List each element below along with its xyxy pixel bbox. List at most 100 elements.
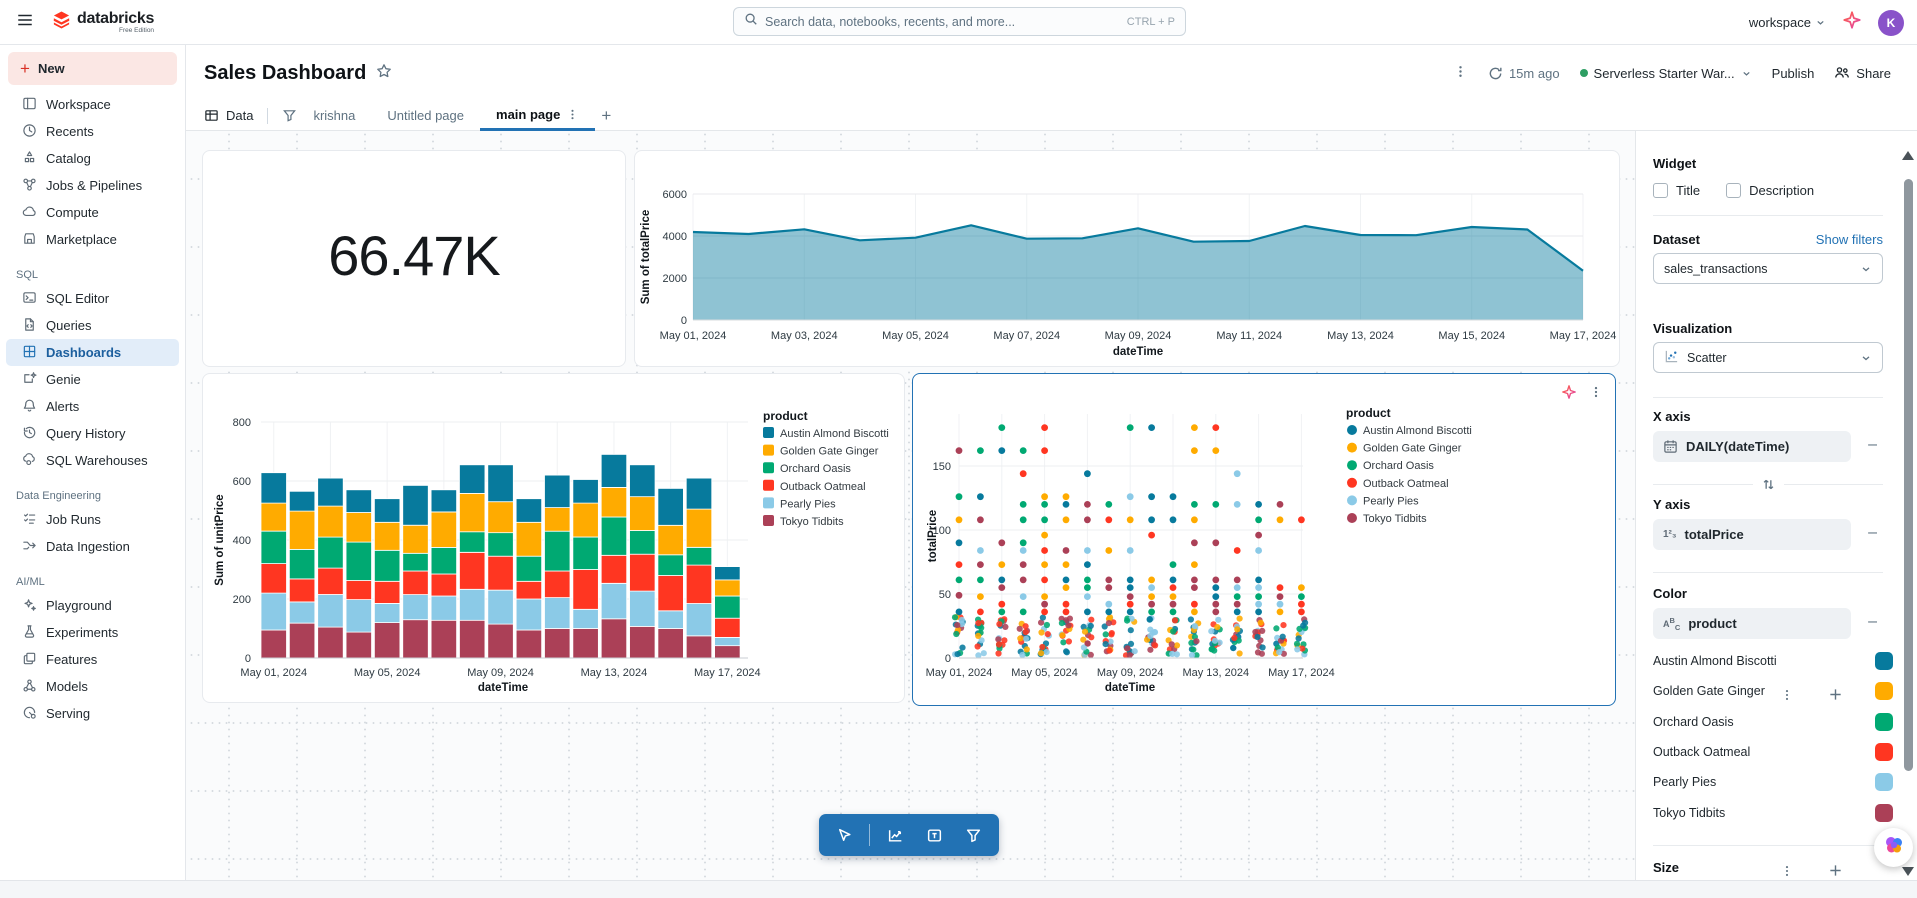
tab-page-untitled-page[interactable]: Untitled page [371, 101, 480, 131]
catalog-icon [22, 150, 37, 168]
new-button[interactable]: + New [8, 52, 177, 85]
x-axis-remove-icon[interactable]: – [1868, 436, 1877, 454]
genie-icon [22, 371, 37, 389]
sidebar-item-job-runs[interactable]: Job Runs [6, 506, 179, 533]
layers-icon [22, 651, 37, 669]
assistant-sparkle-icon[interactable] [1842, 10, 1862, 35]
pointer-icon[interactable] [830, 821, 858, 849]
color-swatch[interactable] [1875, 804, 1893, 822]
sidebar-item-catalog[interactable]: Catalog [6, 145, 179, 172]
color-item-label: Golden Gate Ginger [1653, 684, 1875, 698]
databricks-logo[interactable]: databricks Free Edition [52, 10, 154, 35]
sidebar-item-compute[interactable]: Compute [6, 199, 179, 226]
tab-page-krishna[interactable]: krishna [297, 101, 371, 131]
tab-page-main-page[interactable]: main page [480, 101, 595, 131]
dashboard-canvas[interactable]: 66.47K 0200040006000May 01, 2024May 03, … [186, 131, 1635, 880]
scroll-up-arrow[interactable] [1902, 151, 1914, 160]
sidebar-item-experiments[interactable]: Experiments [6, 619, 179, 646]
share-button[interactable]: Share [1834, 65, 1891, 81]
color-swatch[interactable] [1875, 652, 1893, 670]
share-people-icon [1834, 65, 1850, 81]
sidebar-item-jobs-pipelines[interactable]: Jobs & Pipelines [6, 172, 179, 199]
text-box-icon[interactable] [921, 821, 949, 849]
dataset-select[interactable]: sales_transactions [1653, 253, 1883, 284]
sidebar: + New WorkspaceRecentsCatalogJobs & Pipe… [0, 45, 186, 880]
color-swatch[interactable] [1875, 682, 1893, 700]
scatter-widget[interactable]: 050100150May 01, 2024May 05, 2024May 09,… [912, 373, 1616, 706]
color-mapping-row: Orchard Oasis [1653, 711, 1893, 733]
svg-text:May 09, 2024: May 09, 2024 [1097, 667, 1164, 679]
ingest-icon [22, 538, 37, 556]
swap-axes-icon[interactable] [1761, 477, 1776, 492]
svg-text:May 17, 2024: May 17, 2024 [1550, 330, 1617, 342]
checkbox-box[interactable] [1653, 183, 1668, 198]
store-icon [22, 231, 37, 249]
checkbox-box[interactable] [1726, 183, 1741, 198]
scatter-chart: 050100150May 01, 2024May 05, 2024May 09,… [913, 374, 1615, 705]
warehouse-selector[interactable]: Serverless Starter War... [1580, 66, 1752, 81]
refresh-status[interactable]: 15m ago [1488, 66, 1560, 81]
color-swatch[interactable] [1875, 773, 1893, 791]
panel-scrollbar[interactable] [1904, 179, 1913, 771]
sidebar-item-dashboards[interactable]: Dashboards [6, 339, 179, 366]
header-kebab-icon[interactable] [1453, 64, 1468, 82]
assistant-button[interactable] [1874, 828, 1913, 867]
line-chart-icon[interactable] [881, 821, 909, 849]
sidebar-item-recents[interactable]: Recents [6, 118, 179, 145]
svg-text:Sum of unitPrice: Sum of unitPrice [214, 494, 226, 585]
sidebar-item-alerts[interactable]: Alerts [6, 393, 179, 420]
description-checkbox[interactable]: Description [1726, 183, 1814, 198]
y-axis-remove-icon[interactable]: – [1868, 524, 1877, 542]
sidebar-item-playground[interactable]: Playground [6, 592, 179, 619]
sidebar-item-models[interactable]: Models [6, 673, 179, 700]
sidebar-item-queries[interactable]: Queries [6, 312, 179, 339]
sidebar-item-workspace[interactable]: Workspace [6, 91, 179, 118]
workspace-switcher[interactable]: workspace [1749, 15, 1826, 30]
sidebar-item-sql-editor[interactable]: SQL Editor [6, 285, 179, 312]
title-checkbox[interactable]: Title [1653, 183, 1700, 198]
tab-kebab-icon[interactable] [566, 108, 579, 121]
publish-button[interactable]: Publish [1772, 66, 1815, 81]
scroll-down-arrow[interactable] [1902, 867, 1914, 876]
chevron-down-icon [1741, 68, 1752, 79]
widget-assistant-sparkle-icon[interactable] [1561, 384, 1577, 405]
color-field-pill[interactable]: ABC product [1653, 608, 1851, 639]
sidebar-item-features[interactable]: Features [6, 646, 179, 673]
sidebar-item-marketplace[interactable]: Marketplace [6, 226, 179, 253]
stacked-bar-widget[interactable]: 0200400600800May 01, 2024May 05, 2024May… [202, 373, 905, 703]
sidebar-item-serving[interactable]: Serving [6, 700, 179, 727]
number-type-icon: 1²₃ [1663, 529, 1677, 540]
pipelines-icon [22, 177, 37, 195]
color-swatch[interactable] [1875, 743, 1893, 761]
filter-icon[interactable] [960, 821, 988, 849]
widget-kebab-icon[interactable] [1589, 385, 1603, 404]
sidebar-item-query-history[interactable]: Query History [6, 420, 179, 447]
sidebar-item-data-ingestion[interactable]: Data Ingestion [6, 533, 179, 560]
search-icon [744, 12, 758, 31]
tab-data[interactable]: Data [204, 108, 253, 123]
sidebar-item-genie[interactable]: Genie [6, 366, 179, 393]
svg-text:May 05, 2024: May 05, 2024 [354, 667, 421, 679]
widget-section-label: Widget [1653, 156, 1883, 171]
page-tab-bar: Data krishnaUntitled pagemain page + [186, 101, 1917, 131]
visualization-select[interactable]: Scatter [1653, 342, 1883, 373]
y-axis-field-pill[interactable]: 1²₃ totalPrice [1653, 519, 1851, 550]
favorite-star-icon[interactable] [376, 63, 392, 84]
add-page-button[interactable]: + [601, 106, 611, 126]
global-search-input[interactable]: Search data, notebooks, recents, and mor… [733, 7, 1186, 36]
x-axis-field-pill[interactable]: DAILY(dateTime) [1653, 431, 1851, 462]
color-remove-icon[interactable]: – [1868, 613, 1877, 631]
svg-text:totalPrice: totalPrice [927, 510, 939, 562]
show-filters-link[interactable]: Show filters [1816, 232, 1883, 247]
color-mapping-row: Tokyo Tidbits [1653, 802, 1893, 824]
y-axis-section-label: Y axis [1653, 497, 1690, 512]
filter-icon[interactable] [282, 108, 297, 123]
hamburger-menu-icon[interactable] [16, 11, 34, 34]
counter-widget[interactable]: 66.47K [202, 150, 626, 367]
area-chart-widget[interactable]: 0200040006000May 01, 2024May 03, 2024May… [634, 150, 1620, 367]
color-item-label: Austin Almond Biscotti [1653, 654, 1875, 668]
sidebar-item-sql-warehouses[interactable]: SQL Warehouses [6, 447, 179, 474]
user-avatar[interactable]: K [1878, 10, 1904, 36]
stacked-bar-chart: 0200400600800May 01, 2024May 05, 2024May… [203, 374, 904, 702]
color-swatch[interactable] [1875, 713, 1893, 731]
